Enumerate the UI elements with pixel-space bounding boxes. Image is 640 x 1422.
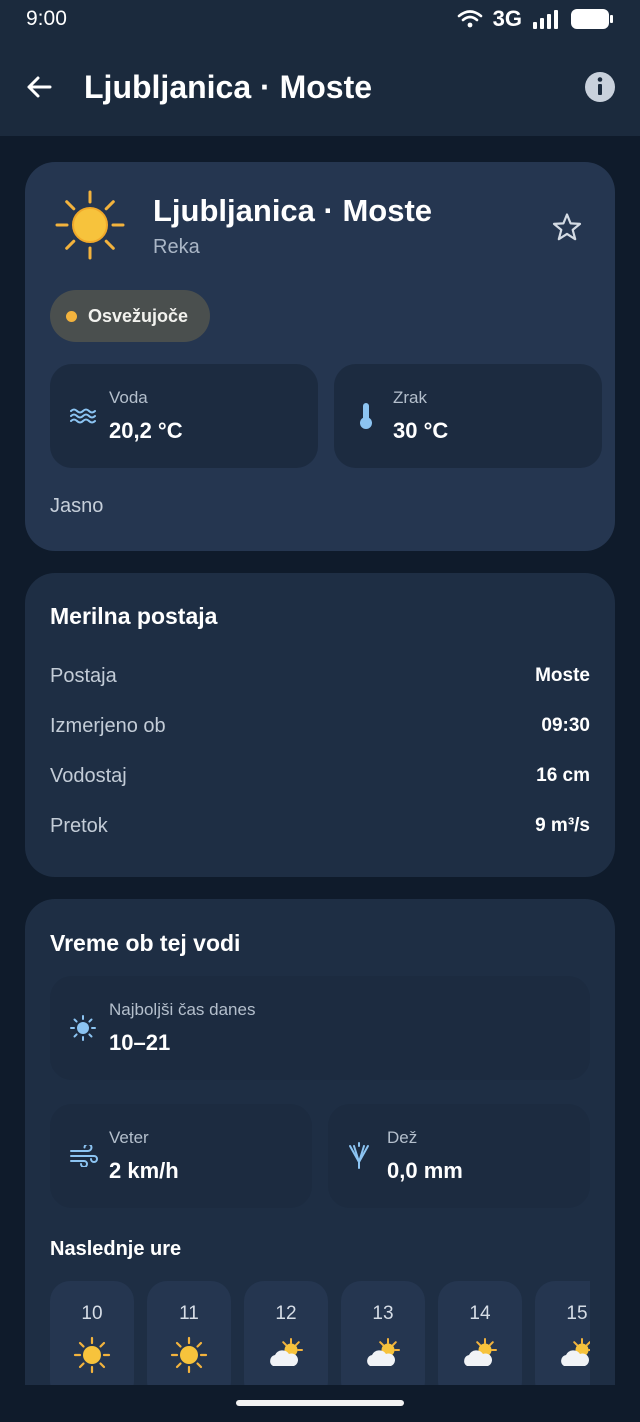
hour-label: 13 xyxy=(372,1303,394,1324)
location-header: Ljubljanica · Moste Reka xyxy=(55,190,432,260)
status-dot xyxy=(66,310,77,322)
status-icons: 3G xyxy=(457,6,614,32)
measured-at-row: Izmerjeno ob 09:30 xyxy=(50,711,590,741)
status-time: 9:00 xyxy=(26,7,67,30)
water-value: 20,2 °C xyxy=(109,418,183,443)
back-button[interactable] xyxy=(24,72,54,102)
umbrella-icon xyxy=(349,1142,369,1169)
row-value: Moste xyxy=(535,665,590,686)
home-handle[interactable] xyxy=(236,1400,404,1406)
best-time-tile: Najboljši čas danes 10–21 xyxy=(50,976,590,1080)
page-title: Ljubljanica · Moste xyxy=(84,68,373,105)
row-value: 16 cm xyxy=(536,765,590,786)
favorite-button[interactable] xyxy=(551,212,583,249)
sun-icon xyxy=(170,1336,208,1374)
network-type: 3G xyxy=(492,6,522,31)
battery-icon xyxy=(571,9,613,29)
location-title: Ljubljanica · Moste xyxy=(153,192,433,228)
hourly-heading: Naslednje ure xyxy=(50,1238,182,1260)
status-badge-label: Osvežujoče xyxy=(88,305,189,326)
location-type: Reka xyxy=(153,235,200,258)
weather-card: Vreme ob tej vodi Najboljši čas danes 10… xyxy=(25,899,615,1385)
wind-value: 2 km/h xyxy=(109,1158,179,1183)
partly-cloudy-icon xyxy=(367,1338,400,1366)
hour-label: 11 xyxy=(179,1303,199,1324)
hour-label: 10 xyxy=(81,1303,103,1324)
info-button[interactable] xyxy=(584,71,616,103)
info-icon xyxy=(585,72,615,102)
wind-tile: Veter 2 km/h xyxy=(50,1104,312,1208)
hour-label: 12 xyxy=(275,1303,297,1324)
flow-row: Pretok 9 m³/s xyxy=(50,811,590,841)
row-label: Postaja xyxy=(50,664,117,687)
wind-label: Veter xyxy=(109,1128,149,1147)
partly-cloudy-icon xyxy=(561,1338,590,1366)
air-label: Zrak xyxy=(393,388,427,407)
status-bar: 9:00 3G xyxy=(0,0,640,38)
water-label: Voda xyxy=(109,388,148,407)
air-value: 30 °C xyxy=(393,418,449,443)
rain-label: Dež xyxy=(387,1128,418,1147)
wind-icon xyxy=(70,1145,98,1167)
row-label: Pretok xyxy=(50,814,108,837)
water-waves-icon xyxy=(70,408,96,424)
weather-description: Jasno xyxy=(50,495,104,517)
air-temperature-tile: Zrak 30 °C xyxy=(334,364,602,468)
rain-tile: Dež 0,0 mm xyxy=(328,1104,590,1208)
rain-value: 0,0 mm xyxy=(387,1158,463,1183)
station-row: Postaja Moste xyxy=(50,661,590,691)
sun-icon xyxy=(73,1336,111,1374)
arrow-left-icon xyxy=(27,76,52,98)
row-value: 09:30 xyxy=(541,715,590,736)
hour-item[interactable]: 15 xyxy=(535,1281,590,1385)
best-time-label: Najboljši čas danes xyxy=(109,1000,256,1019)
water-level-row: Vodostaj 16 cm xyxy=(50,761,590,791)
hour-item[interactable]: 11 xyxy=(147,1281,231,1385)
sun-icon xyxy=(55,190,125,260)
partly-cloudy-icon xyxy=(464,1338,497,1366)
sun-small-icon xyxy=(70,1015,96,1041)
wifi-icon xyxy=(457,10,482,28)
water-temperature-tile: Voda 20,2 °C xyxy=(50,364,318,468)
location-summary-card: Ljubljanica · Moste Reka Osvežujoče Voda… xyxy=(25,162,615,551)
hour-label: 14 xyxy=(469,1303,491,1324)
hour-item[interactable]: 14 xyxy=(438,1281,522,1385)
hour-label: 15 xyxy=(566,1303,588,1324)
hour-item[interactable]: 12 xyxy=(244,1281,328,1385)
signal-icon xyxy=(533,10,558,29)
station-heading: Merilna postaja xyxy=(50,603,218,629)
hour-item[interactable]: 10 xyxy=(50,1281,134,1385)
weather-heading: Vreme ob tej vodi xyxy=(50,930,241,956)
thermometer-icon xyxy=(360,403,372,429)
star-icon xyxy=(552,213,582,241)
row-label: Vodostaj xyxy=(50,764,127,787)
hour-item[interactable]: 13 xyxy=(341,1281,425,1385)
best-time-value: 10–21 xyxy=(109,1030,171,1055)
station-card: Merilna postaja Postaja Moste Izmerjeno … xyxy=(25,573,615,877)
partly-cloudy-icon xyxy=(270,1338,303,1366)
status-badge: Osvežujoče xyxy=(50,290,211,342)
hourly-forecast-list[interactable]: 10 11 12 13 14 15 xyxy=(50,1281,590,1385)
gesture-nav-bar xyxy=(0,1385,640,1422)
row-label: Izmerjeno ob xyxy=(50,714,166,737)
row-value: 9 m³/s xyxy=(535,815,590,836)
app-bar: Ljubljanica · Moste xyxy=(0,38,640,136)
